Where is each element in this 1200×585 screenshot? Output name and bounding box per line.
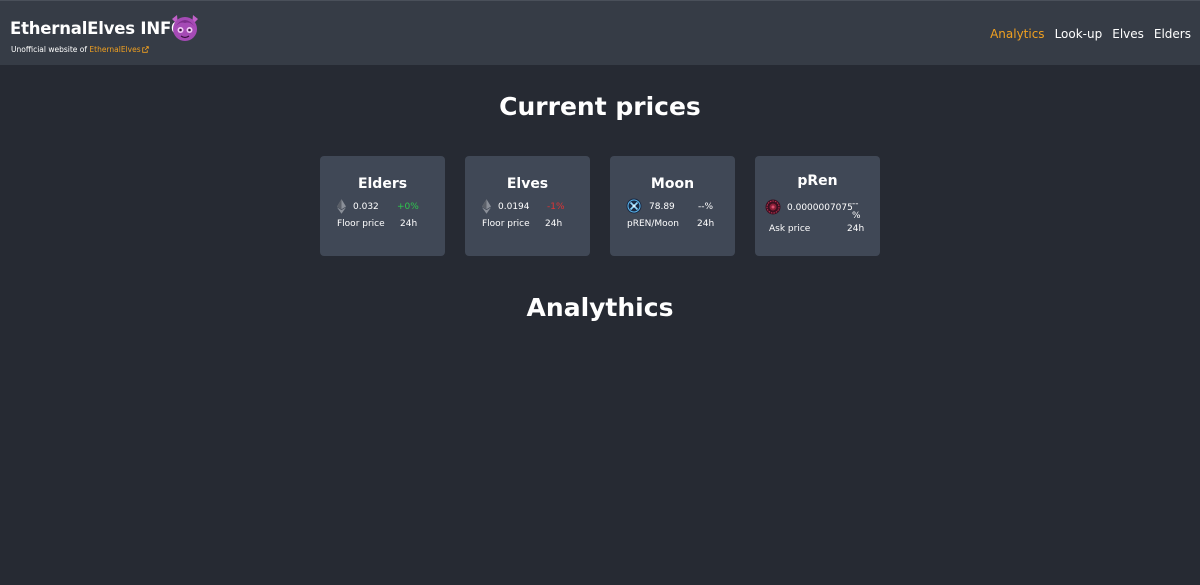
nav-links: Analytics Look-up Elves Elders xyxy=(990,27,1191,41)
ethernalelves-link[interactable]: EthernalElves xyxy=(89,45,140,54)
nav-look-up[interactable]: Look-up xyxy=(1055,27,1103,41)
price-cards: Elders 0.032 +0% Floor price 24h Elves 0… xyxy=(320,156,880,256)
elf-logo-icon xyxy=(172,15,198,41)
card-period: 24h xyxy=(545,219,563,229)
card-value: 0.0194 xyxy=(498,202,530,212)
ethereum-icon xyxy=(337,199,346,214)
navbar: EthernalElves INFO Unofficial website of… xyxy=(0,0,1200,65)
card-elders: Elders 0.032 +0% Floor price 24h xyxy=(320,156,445,256)
card-change: --% xyxy=(852,199,861,221)
card-label: Floor price xyxy=(337,219,385,229)
card-value: 0.032 xyxy=(353,202,379,212)
card-change: --% xyxy=(698,202,714,212)
nav-elders[interactable]: Elders xyxy=(1154,27,1191,41)
card-moon: Moon 78.89 --% pREN/Moon 24h xyxy=(610,156,735,256)
nav-analytics[interactable]: Analytics xyxy=(990,27,1045,41)
card-title: Elders xyxy=(357,176,408,192)
card-period: 24h xyxy=(847,224,865,234)
external-link-icon xyxy=(141,46,149,53)
card-pren: pRen 0.0000007075 --% Ask price 24h xyxy=(755,156,880,256)
moon-token-icon xyxy=(626,198,642,214)
ethereum-icon xyxy=(482,199,491,214)
analytics-heading: Analythics xyxy=(526,293,674,322)
card-value: 0.0000007075 xyxy=(787,203,853,213)
nav-elves[interactable]: Elves xyxy=(1112,27,1144,41)
site-subtitle: Unofficial website of EthernalElves xyxy=(11,45,149,54)
card-change: +0% xyxy=(397,202,419,212)
card-label: Ask price xyxy=(769,224,811,234)
brand-title[interactable]: EthernalElves INFO xyxy=(10,19,185,38)
card-title: pRen xyxy=(797,173,838,189)
current-prices-heading: Current prices xyxy=(499,92,701,121)
card-period: 24h xyxy=(697,219,715,229)
card-label: Floor price xyxy=(482,219,530,229)
card-value: 78.89 xyxy=(649,202,675,212)
card-change: -1% xyxy=(547,202,565,212)
card-period: 24h xyxy=(400,219,418,229)
card-label: pREN/Moon xyxy=(627,219,679,229)
pren-token-icon xyxy=(765,199,781,215)
subtitle-prefix: Unofficial website of xyxy=(11,45,88,54)
card-title: Elves xyxy=(506,176,549,192)
card-elves: Elves 0.0194 -1% Floor price 24h xyxy=(465,156,590,256)
card-title: Moon xyxy=(650,176,695,192)
